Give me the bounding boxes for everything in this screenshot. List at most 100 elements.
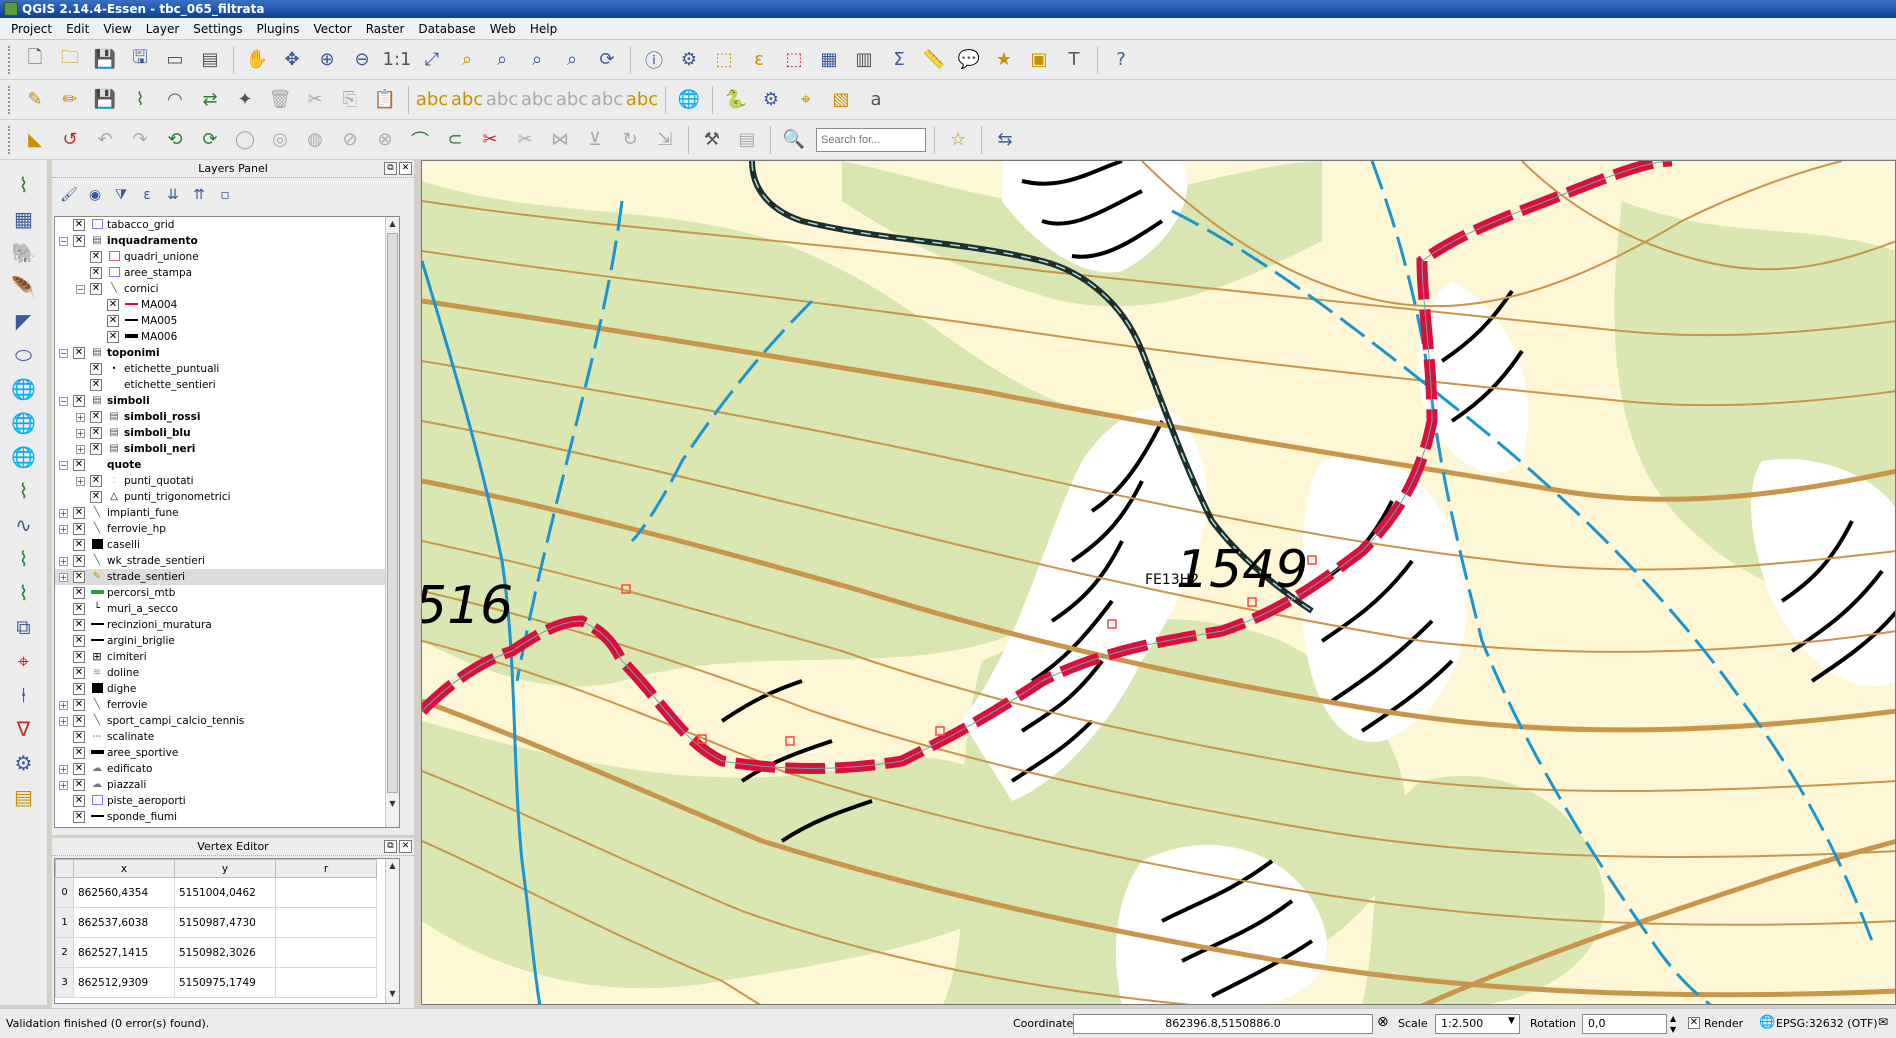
expand-all-icon[interactable]: ⇊ — [164, 187, 182, 203]
plugin-transfer-icon[interactable]: ⇆ — [990, 125, 1020, 155]
composer-manager-icon[interactable]: ▤ — [195, 45, 225, 75]
rotation-spinbox[interactable]: 0,0 — [1582, 1014, 1667, 1034]
show-bookmarks-icon[interactable]: ▣ — [1024, 45, 1054, 75]
layer-item[interactable]: − ✕ ╲ cornici — [55, 281, 399, 297]
zoom-out-icon[interactable]: ⊖ — [347, 45, 377, 75]
layer-visibility-checkbox[interactable]: ✕ — [73, 523, 85, 535]
scrollbar-thumb[interactable] — [387, 233, 398, 793]
layer-item[interactable]: ✕ caselli — [55, 537, 399, 553]
menu-edit[interactable]: Edit — [59, 18, 96, 40]
add-feature-icon[interactable]: ⌇ — [125, 85, 155, 115]
add-delimited-text-icon[interactable]: ⌇ — [7, 476, 41, 506]
zoom-to-selection-icon[interactable]: ⌕ — [452, 45, 482, 75]
add-oracle-layer-icon[interactable]: ⬭ — [7, 340, 41, 370]
layer-item[interactable]: ✕ ⊞ cimiteri — [55, 649, 399, 665]
zoom-in-icon[interactable]: ⊕ — [312, 45, 342, 75]
layer-visibility-checkbox[interactable]: ✕ — [73, 459, 85, 471]
crs-button[interactable]: EPSG:32632 (OTF) — [1776, 1017, 1878, 1030]
layer-visibility-checkbox[interactable]: ✕ — [73, 667, 85, 679]
collapse-icon[interactable]: − — [59, 397, 68, 406]
menu-project[interactable]: Project — [4, 18, 59, 40]
layer-item[interactable]: ✕ aree_stampa — [55, 265, 399, 281]
zoom-last-icon[interactable]: ⌕ — [522, 45, 552, 75]
map-canvas[interactable]: 516 1549 FE13H2 — [421, 160, 1896, 1005]
new-shapefile-icon[interactable]: ⌇ — [7, 578, 41, 608]
expand-icon[interactable]: + — [59, 701, 68, 710]
table-row[interactable]: 3 862512,9309 5150975,1749 — [55, 967, 377, 998]
y-cell[interactable]: 5150975,1749 — [174, 967, 276, 998]
map-tips-icon[interactable]: 💬 — [954, 45, 984, 75]
identify-features-icon[interactable]: ⓘ — [639, 45, 669, 75]
filter-expression-icon[interactable]: ε — [138, 187, 156, 203]
row-index[interactable]: 1 — [55, 907, 74, 938]
layer-visibility-checkbox[interactable]: ✕ — [73, 507, 85, 519]
gps-icon[interactable]: ⌖ — [791, 85, 821, 115]
add-wcs-layer-icon[interactable]: 🌐 — [7, 408, 41, 438]
zoom-to-layer-icon[interactable]: ⌕ — [487, 45, 517, 75]
layer-visibility-checkbox[interactable]: ✕ — [73, 587, 85, 599]
render-checkbox[interactable]: ✕ — [1688, 1017, 1700, 1029]
layer-item[interactable]: ✕ tabacco_grid — [55, 217, 399, 233]
scroll-up-icon[interactable]: ▲ — [386, 217, 399, 231]
highlight-pinned-labels-icon[interactable]: abc — [451, 85, 483, 115]
copy-features-icon[interactable]: ⎘ — [335, 85, 365, 115]
x-cell[interactable]: 862560,4354 — [73, 877, 175, 908]
layer-visibility-checkbox[interactable]: ✕ — [90, 379, 102, 391]
layer-item[interactable]: − ✕ quote — [55, 457, 399, 473]
layer-visibility-checkbox[interactable]: ✕ — [73, 763, 85, 775]
layer-visibility-checkbox[interactable]: ✕ — [90, 443, 102, 455]
add-ring-icon[interactable]: ◯ — [230, 125, 260, 155]
collapse-icon[interactable]: − — [76, 285, 85, 294]
layer-item[interactable]: + ✕ ╲ wk_strade_sentieri — [55, 553, 399, 569]
expand-icon[interactable]: + — [76, 477, 85, 486]
add-wms-layer-icon[interactable]: 🌐 — [7, 374, 41, 404]
table-row[interactable]: 2 862527,1415 5150982,3026 — [55, 937, 377, 968]
x-cell[interactable]: 862512,9309 — [73, 967, 175, 998]
y-cell[interactable]: 5150987,4730 — [174, 907, 276, 938]
layer-item[interactable]: ✕ • etichette_puntuali — [55, 361, 399, 377]
layer-visibility-checkbox[interactable]: ✕ — [73, 635, 85, 647]
layer-item[interactable]: + ✕ ▤ simboli_neri — [55, 441, 399, 457]
menu-help[interactable]: Help — [523, 18, 564, 40]
add-virtual-layer-icon[interactable]: ∿ — [7, 510, 41, 540]
refresh-icon[interactable]: ⟳ — [592, 45, 622, 75]
layer-item[interactable]: ✕ recinzioni_muratura — [55, 617, 399, 633]
python-console-icon[interactable]: 🐍 — [721, 85, 751, 115]
undo-icon[interactable]: ↶ — [90, 125, 120, 155]
current-edits-icon[interactable]: ✎ — [20, 85, 50, 115]
favorite-star-icon[interactable]: ☆ — [943, 125, 973, 155]
save-as-icon[interactable]: 🖫 — [125, 45, 155, 75]
processing-toolbox-icon[interactable]: ⚙ — [756, 85, 786, 115]
globe-icon[interactable]: 🌐 — [1759, 1015, 1775, 1030]
layer-visibility-checkbox[interactable]: ✕ — [73, 347, 85, 359]
expand-icon[interactable]: + — [59, 525, 68, 534]
delete-selected-icon[interactable]: 🗑 — [265, 85, 295, 115]
vertex-table-scrollbar[interactable]: ▲ ▼ — [385, 859, 399, 1003]
deselect-all-icon[interactable]: ⬚ — [779, 45, 809, 75]
add-gpx-layer-icon[interactable]: ⌇ — [7, 544, 41, 574]
expand-icon[interactable]: + — [59, 557, 68, 566]
menu-raster[interactable]: Raster — [359, 18, 412, 40]
layer-visibility-checkbox[interactable]: ✕ — [90, 427, 102, 439]
add-wfs-layer-icon[interactable]: 🌐 — [7, 442, 41, 472]
layer-item[interactable]: − ✕ ▤ simboli — [55, 393, 399, 409]
statistical-summary-icon[interactable]: Σ — [884, 45, 914, 75]
expand-icon[interactable]: + — [59, 509, 68, 518]
layer-item[interactable]: + ✕ ╲ sport_campi_calcio_tennis — [55, 713, 399, 729]
zoom-next-icon[interactable]: ⌕ — [557, 45, 587, 75]
heatmap-icon[interactable]: ▧ — [826, 85, 856, 115]
map-render[interactable]: 516 1549 FE13H2 — [422, 161, 1896, 1005]
layer-item[interactable]: ✕ └ muri_a_secco — [55, 601, 399, 617]
delete-part-icon[interactable]: ⊗ — [370, 125, 400, 155]
merge-features-icon[interactable]: ⋈ — [545, 125, 575, 155]
menu-vector[interactable]: Vector — [306, 18, 358, 40]
collapse-icon[interactable]: − — [59, 349, 68, 358]
y-cell[interactable]: 5150982,3026 — [174, 937, 276, 968]
layer-item[interactable]: ✕ MA006 — [55, 329, 399, 345]
column-header-y[interactable]: y — [174, 859, 276, 878]
float-panel-icon[interactable]: ⧉ — [384, 840, 397, 853]
x-cell[interactable]: 862537,6038 — [73, 907, 175, 938]
layer-visibility-checkbox[interactable]: ✕ — [73, 539, 85, 551]
layer-item[interactable]: ✕ ⋯ scalinate — [55, 729, 399, 745]
rotate-feature-icon[interactable]: ⟲ — [160, 125, 190, 155]
